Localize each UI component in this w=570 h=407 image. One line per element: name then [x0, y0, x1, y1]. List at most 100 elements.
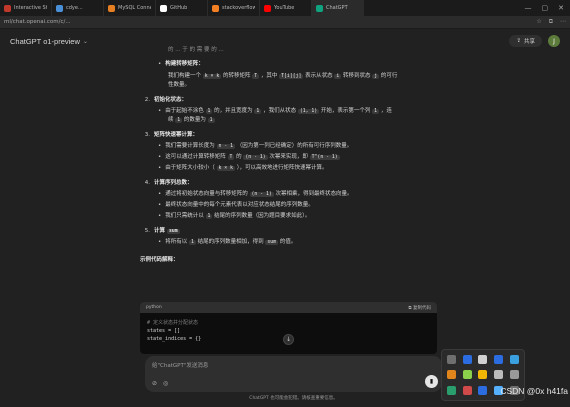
tray-app-icon[interactable] [462, 370, 472, 380]
inline-code: (n - 1) [243, 155, 268, 160]
chatgpt-window: Interactive Stack cdye... MySQL Connector G… [0, 0, 570, 407]
browser-tab[interactable]: YouTube [260, 0, 312, 16]
browser-tab[interactable]: MySQL Connector [104, 0, 156, 16]
text: 的转移矩阵 [222, 73, 251, 79]
list-number: 4. [144, 180, 150, 186]
inline-code: sum [166, 229, 180, 234]
list-item: • 最终状态向量中的每个元素代表以对应状态结尾的序列数量。 [140, 201, 440, 210]
text: 开始，表示第一个列 [320, 108, 371, 114]
tray-app-icon[interactable] [462, 355, 472, 365]
text: 由于矩阵大小较小（ [165, 165, 215, 171]
tray-app-icon[interactable] [509, 355, 519, 365]
share-label: 共享 [523, 39, 535, 45]
bullet-icon: • [158, 61, 162, 67]
inline-code: k × k [202, 74, 222, 79]
favicon-icon [264, 4, 271, 12]
text: ，其中 [260, 73, 278, 79]
tray-app-icon[interactable] [494, 355, 504, 365]
text: 的 [236, 154, 242, 160]
list-item: • 将所有以 1 结尾的序列数量相加，得到 sum 的值。 [140, 238, 440, 247]
waveform-icon: ▮ [429, 378, 434, 385]
close-icon[interactable]: ✕ [558, 4, 564, 12]
tab-title: stackoverflow [222, 5, 255, 11]
tray-app-icon[interactable] [478, 385, 488, 395]
bullet-icon: • [158, 239, 162, 245]
chevron-down-icon[interactable]: ⌄ [83, 38, 88, 45]
list-item-title: 矩阵快速幂计算： [154, 132, 199, 138]
list-number: 2. [144, 97, 150, 103]
text: 次幂来实现，即 [269, 154, 308, 160]
inline-code: n - 1 [216, 144, 235, 149]
bullet-icon: • [158, 202, 162, 208]
paragraph: 续 1 的数量为 1 [140, 116, 440, 125]
favicon-icon [4, 4, 11, 12]
text: （因为第一列已经确定）的所有可行序列数量。 [236, 143, 353, 149]
globe-icon[interactable]: ◎ [163, 380, 168, 387]
inline-code: 1 [189, 240, 196, 245]
text: 的可行 [380, 73, 398, 79]
menu-icon[interactable]: ⋯ [560, 18, 566, 26]
inline-code: (n - 1) [249, 192, 274, 197]
star-icon[interactable]: ☆ [536, 18, 541, 26]
bullet-icon: • [158, 213, 162, 219]
message-input[interactable]: 给"ChatGPT"发送消息 [152, 361, 208, 369]
list-item-title: 构建转移矩阵： [165, 61, 204, 67]
list-item: • 构建转移矩阵： [140, 60, 440, 69]
browser-tab[interactable]: ChatGPT [312, 0, 364, 16]
favicon-icon [160, 4, 167, 12]
inline-code: k × k [216, 166, 235, 171]
browser-tab[interactable]: cdye... [52, 0, 104, 16]
list-item-title: 计算 [154, 228, 166, 234]
inline-code: 1 [207, 118, 215, 123]
copy-code-button[interactable]: ⧉ 复制代码 [408, 305, 431, 311]
text: ，我们从状态 [263, 108, 297, 114]
list-item: • 由于起始不涂色 1 的，并且宽度为 1 ，我们从状态 (1, 1) 开始，表… [140, 107, 440, 116]
voice-button[interactable]: ▮ [425, 375, 438, 388]
list-item: • 这可以通过计算转移矩阵 T 的 (n - 1) 次幂来实现，即 T^(n -… [140, 153, 440, 162]
text: 续 [168, 117, 174, 123]
maximize-icon[interactable]: ▢ [542, 4, 549, 12]
list-item: • 我们只需统计以 1 结尾的序列数量（因为题目要求如此）。 [140, 212, 440, 221]
minimize-icon[interactable]: — [525, 4, 532, 12]
list-number: 3. [144, 132, 150, 138]
address-bar[interactable]: ml/chat.openai.com/c/... ☆ ⧉ ⋯ [0, 16, 570, 29]
text: 转移到状态 [343, 73, 371, 79]
tray-app-icon[interactable] [462, 385, 472, 395]
tray-app-icon[interactable] [478, 370, 488, 380]
tray-app-icon[interactable] [447, 355, 457, 365]
favicon-icon [316, 4, 323, 12]
section-heading: 示例代码解释： [140, 257, 179, 263]
avatar[interactable]: J [548, 35, 560, 47]
inline-code: 1 [254, 109, 262, 114]
tray-app-icon[interactable] [509, 370, 519, 380]
attach-icon[interactable]: ⊘ [152, 380, 157, 387]
text: 结尾的序列数量（因为题目要求如此）。 [214, 213, 311, 219]
tray-app-icon[interactable] [478, 355, 488, 365]
text: 通过将初始状态向量与转移矩阵的 [165, 191, 248, 197]
browser-tab[interactable]: GitHub [156, 0, 208, 16]
text: 将所有以 [165, 239, 188, 245]
browser-tab[interactable]: Interactive Stack [0, 0, 52, 16]
tray-app-icon[interactable] [494, 370, 504, 380]
tab-title: ChatGPT [326, 5, 348, 11]
tray-app-icon[interactable] [447, 370, 457, 380]
window-controls: — ▢ ✕ [525, 4, 570, 12]
scroll-down-button[interactable]: ↓ [283, 334, 294, 345]
text: 结尾的序列数量相加，得到 [197, 239, 264, 245]
text: 最终状态向量中的每个元素代表以对应状态结尾的序列数量。 [165, 202, 314, 208]
message-composer[interactable]: 给"ChatGPT"发送消息 ⊘ ◎ ▮ [145, 356, 442, 392]
share-button[interactable]: ⇪ 共享 [509, 35, 542, 47]
tab-title: Interactive Stack [14, 5, 47, 11]
copy-label: 复制代码 [413, 305, 431, 311]
text: 表示从状态 [305, 73, 333, 79]
bullet-icon: • [158, 154, 162, 160]
share-icon: ⇪ [516, 38, 521, 44]
tab-title: cdye... [66, 5, 83, 11]
extensions-icon[interactable]: ⧉ [549, 18, 553, 26]
model-selector[interactable]: ChatGPT o1-preview [10, 37, 80, 46]
text: 的数量为 [183, 117, 206, 123]
browser-tab[interactable]: stackoverflow [208, 0, 260, 16]
inline-code: 1 [175, 118, 183, 123]
address-text[interactable]: ml/chat.openai.com/c/... [4, 19, 536, 25]
tray-app-icon[interactable] [447, 385, 457, 395]
